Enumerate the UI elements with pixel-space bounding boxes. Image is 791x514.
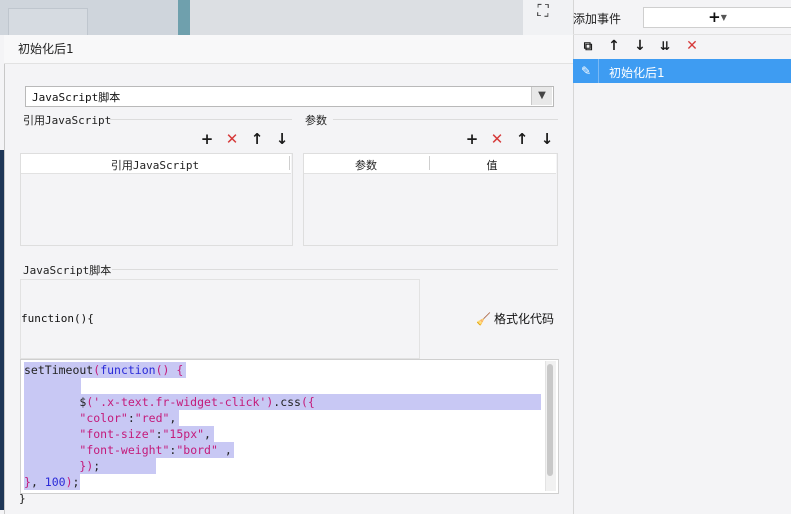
move-down-reference-arrow-down-icon[interactable]: ↓ <box>273 130 291 148</box>
code-line[interactable]: "font-weight":"bord" , <box>24 442 231 458</box>
script-type-select-value: JavaScript脚本 <box>32 91 121 104</box>
panel-divider <box>573 34 791 35</box>
add-event-button[interactable]: +▼ <box>643 7 791 28</box>
pencil-icon[interactable]: ✎ <box>577 62 595 80</box>
code-line[interactable]: }, 100); <box>24 474 79 490</box>
move-to-bottom-icon[interactable]: ⇊ <box>656 37 674 55</box>
param-value-column-header[interactable]: 值 <box>430 157 554 173</box>
params-section-label: 参数 <box>305 114 327 127</box>
code-line[interactable]: "font-size":"15px", <box>24 426 211 442</box>
section-divider <box>112 269 558 270</box>
add-event-title: 添加事件 <box>573 12 622 26</box>
crop-icon[interactable]: ⛶ <box>533 1 553 21</box>
code-line[interactable]: $('.x-text.fr-widget-click').css({ <box>24 394 314 410</box>
move-up-param-arrow-up-icon[interactable]: ↑ <box>513 130 531 148</box>
code-line[interactable]: "color":"red", <box>24 410 176 426</box>
function-header-text: function(){ <box>21 312 94 325</box>
event-list-item[interactable] <box>573 59 791 83</box>
move-up-reference-arrow-up-icon[interactable]: ↑ <box>248 130 266 148</box>
code-line[interactable]: }); <box>24 458 100 474</box>
format-code-button[interactable]: 🧹 格式化代码 <box>476 310 554 327</box>
dialog-title-bar <box>4 35 573 64</box>
delete-param-x-icon[interactable]: ✕ <box>488 130 506 148</box>
section-divider <box>333 119 558 120</box>
code-selection <box>24 378 81 394</box>
chevron-down-icon: ▼ <box>720 13 727 22</box>
list-item-divider <box>598 59 599 83</box>
section-divider <box>110 119 292 120</box>
js-script-section-label: JavaScript脚本 <box>23 264 112 277</box>
background-divider <box>178 0 190 35</box>
background-widget <box>8 8 88 37</box>
move-up-event-arrow-up-icon[interactable]: ↑ <box>605 37 623 55</box>
referenced-js-column-header[interactable]: 引用JavaScript <box>21 157 289 173</box>
function-closing-brace: } <box>19 492 26 505</box>
param-name-column-header[interactable]: 参数 <box>304 157 428 173</box>
move-down-event-arrow-down-icon[interactable]: ↓ <box>631 37 649 55</box>
dialog-title: 初始化后1 <box>18 42 74 56</box>
background-canvas <box>190 0 523 35</box>
add-param-plus-icon[interactable]: + <box>463 130 481 148</box>
move-down-param-arrow-down-icon[interactable]: ↓ <box>538 130 556 148</box>
delete-event-x-icon[interactable]: ✕ <box>683 37 701 55</box>
plus-icon: + <box>708 8 721 26</box>
chevron-down-icon[interactable]: ▼ <box>531 87 552 105</box>
event-list-item-label: 初始化后1 <box>609 66 665 80</box>
code-editor-scrollbar-thumb[interactable] <box>547 364 553 476</box>
copy-icon[interactable]: ⧉ <box>579 37 597 55</box>
code-line[interactable]: setTimeout(function() { <box>24 362 183 378</box>
broom-icon: 🧹 <box>476 312 491 326</box>
referenced-js-section-label: 引用JavaScript <box>23 114 112 127</box>
column-divider <box>289 156 290 170</box>
delete-reference-x-icon[interactable]: ✕ <box>223 130 241 148</box>
add-reference-plus-icon[interactable]: + <box>198 130 216 148</box>
format-code-label: 格式化代码 <box>493 312 554 326</box>
